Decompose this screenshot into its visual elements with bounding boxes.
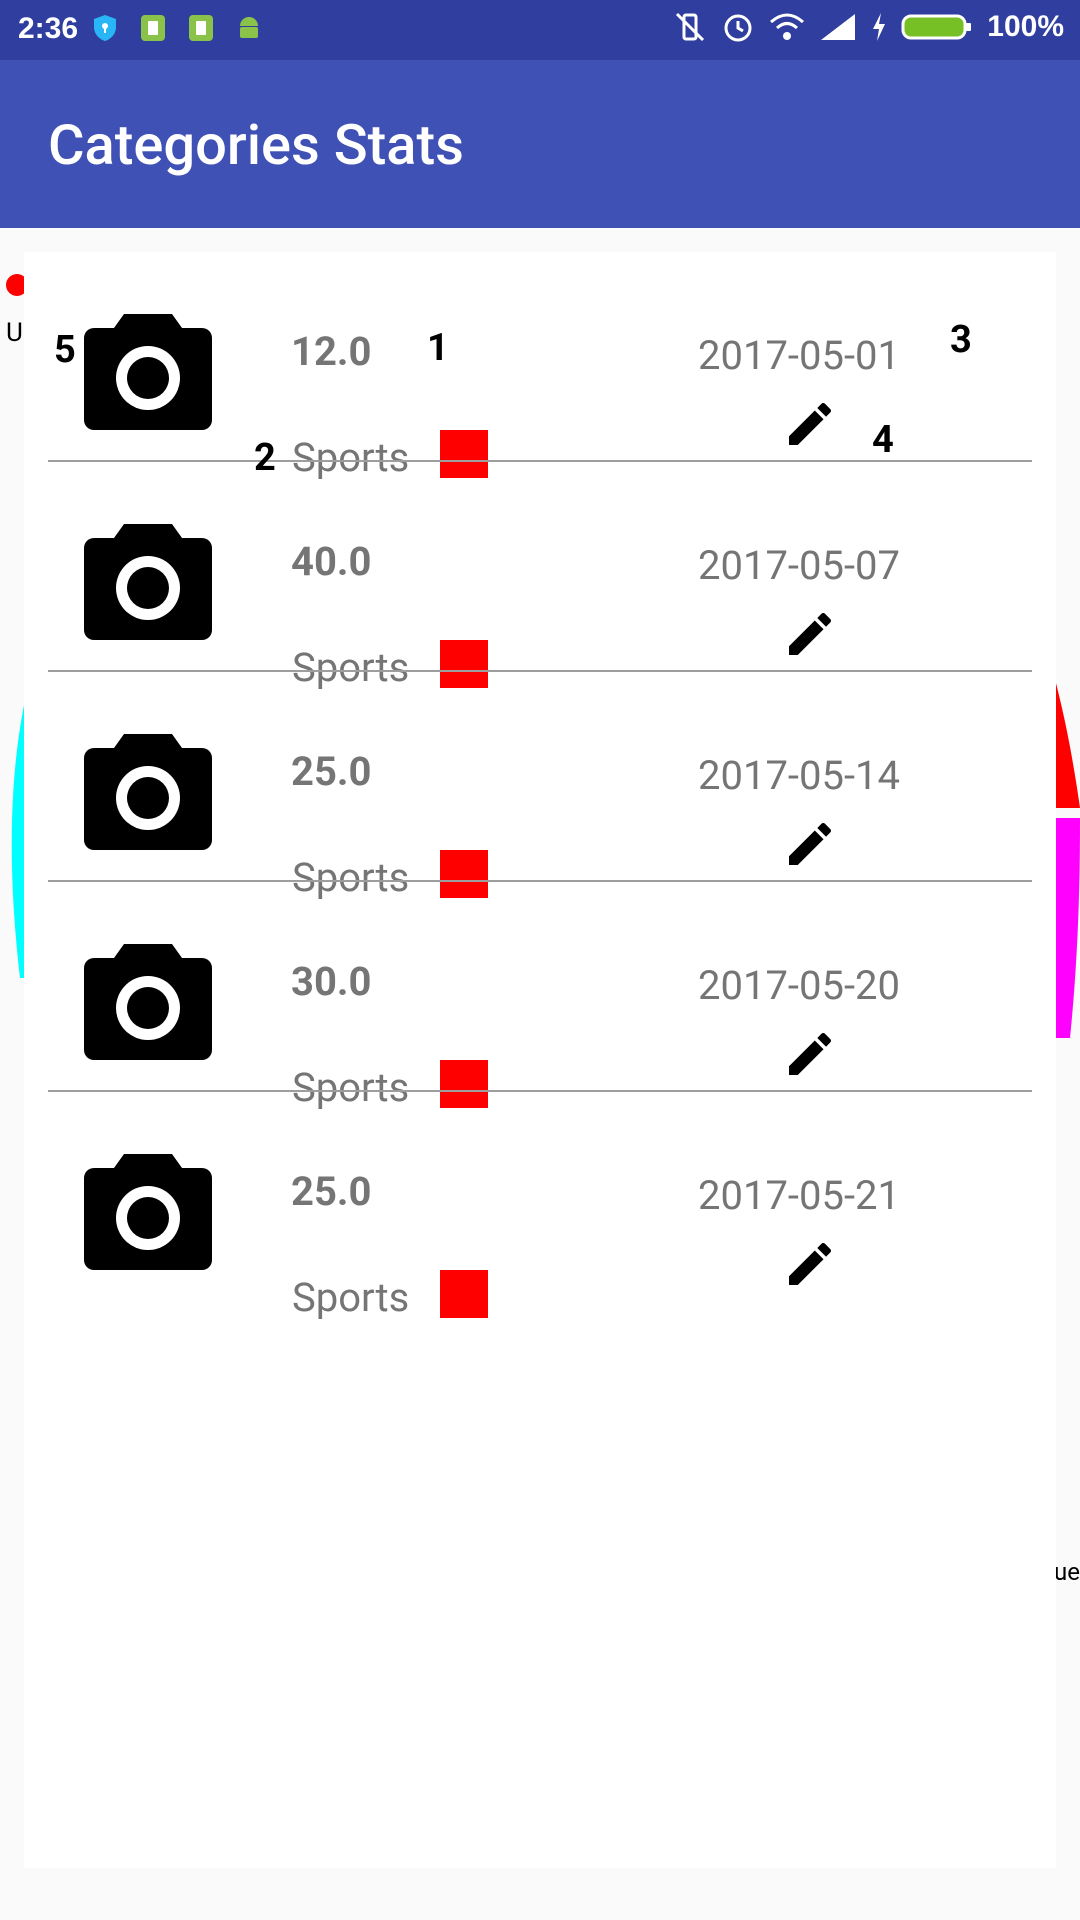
expense-date: 2017-05-21	[698, 1172, 900, 1219]
expense-row[interactable]: 40.0 Sports 2017-05-07	[24, 462, 1008, 691]
camera-icon[interactable]	[84, 314, 212, 430]
annotation-5: 5	[54, 328, 76, 372]
expense-row[interactable]: 25.0 Sports 2017-05-21	[24, 1092, 1008, 1321]
edit-icon[interactable]	[782, 1026, 838, 1082]
expense-amount: 30.0	[291, 958, 372, 1005]
camera-icon[interactable]	[84, 524, 212, 640]
wifi-icon	[770, 13, 805, 40]
expense-date: 2017-05-01	[698, 332, 900, 379]
expense-amount: 25.0	[291, 1168, 372, 1215]
camera-icon[interactable]	[84, 944, 212, 1060]
category-color-swatch	[440, 1270, 488, 1318]
sim-card-icon	[189, 15, 213, 41]
battery-percent: 100%	[987, 10, 1064, 43]
expense-date: 2017-05-14	[698, 752, 900, 799]
alarm-icon	[724, 14, 752, 42]
camera-icon[interactable]	[84, 1154, 212, 1270]
legend-label-partial: ue	[1054, 1558, 1080, 1586]
status-time: 2:36	[18, 12, 79, 45]
charging-icon	[873, 13, 886, 41]
expense-row[interactable]: 30.0 Sports 2017-05-20	[24, 882, 1008, 1111]
annotation-3: 3	[950, 318, 972, 362]
expenses-list-card: 12.0 Sports 2017-05-01 40.0 Sports 2017-…	[24, 252, 1056, 1868]
signal-icon	[821, 14, 856, 40]
annotation-1: 1	[427, 326, 449, 370]
annotation-4: 4	[872, 418, 894, 462]
camera-icon[interactable]	[84, 734, 212, 850]
edit-icon[interactable]	[782, 606, 838, 662]
edit-icon[interactable]	[782, 396, 838, 452]
edit-icon[interactable]	[782, 1236, 838, 1292]
sim-card-icon	[141, 15, 165, 41]
expense-amount: 40.0	[291, 538, 372, 585]
annotation-2: 2	[254, 436, 276, 480]
battery-icon	[901, 14, 972, 40]
android-icon	[240, 17, 258, 38]
expense-row[interactable]: 12.0 Sports 2017-05-01	[24, 252, 1008, 481]
page-title: Categories Stats	[48, 112, 464, 178]
expense-category: Sports	[292, 1274, 410, 1321]
expense-row[interactable]: 25.0 Sports 2017-05-14	[24, 672, 1008, 901]
legend-letter: U	[6, 318, 23, 348]
shield-icon	[94, 15, 116, 41]
expense-date: 2017-05-07	[698, 542, 900, 589]
expense-amount: 12.0	[291, 328, 372, 375]
edit-icon[interactable]	[782, 816, 838, 872]
app-bar: Categories Stats	[0, 60, 1080, 228]
vibrate-mute-icon	[676, 12, 705, 42]
expense-amount: 25.0	[291, 748, 372, 795]
expense-date: 2017-05-20	[698, 962, 900, 1009]
status-bar: 2:36 100%	[0, 0, 1080, 60]
